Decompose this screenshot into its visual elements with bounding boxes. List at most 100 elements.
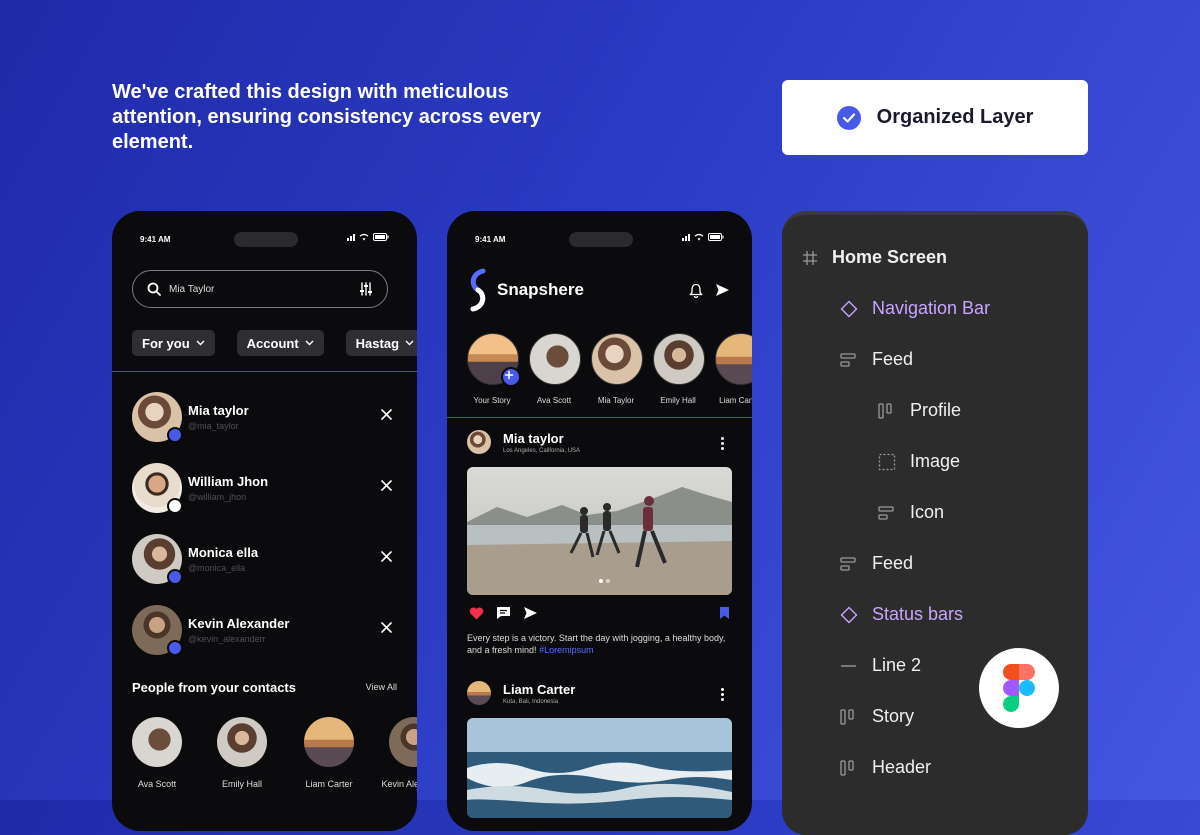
post-actions — [469, 606, 538, 620]
layer-profile[interactable]: Profile — [878, 400, 961, 421]
heart-icon[interactable] — [469, 607, 484, 620]
close-icon[interactable] — [381, 622, 392, 633]
search-icon — [147, 282, 161, 296]
dynamic-island — [569, 232, 633, 247]
avatar — [132, 392, 183, 443]
layer-story[interactable]: Story — [840, 706, 914, 727]
add-story-icon[interactable] — [501, 367, 521, 387]
status-time: 9:41 AM — [475, 235, 506, 244]
post-location: Los Angeles, California, USA — [503, 447, 581, 454]
close-icon[interactable] — [381, 551, 392, 562]
layer-feed[interactable]: Feed — [840, 349, 913, 370]
view-all-link[interactable]: View All — [366, 682, 397, 692]
filter-for-you[interactable]: For you — [132, 330, 215, 356]
close-icon[interactable] — [381, 480, 392, 491]
chevron-down-icon — [196, 340, 205, 346]
recent-search-item[interactable]: Mia taylor @mia_taylor — [132, 392, 402, 444]
layer-navigation-bar[interactable]: Navigation Bar — [840, 298, 990, 319]
contact-suggestion[interactable]: Kevin Alexander — [374, 717, 417, 789]
layer-feed[interactable]: Feed — [840, 553, 913, 574]
dynamic-island — [234, 232, 298, 247]
story-item[interactable]: Your Story — [467, 333, 521, 405]
bell-icon[interactable] — [689, 283, 703, 298]
contact-name: Kevin Alexander — [188, 616, 290, 631]
send-icon[interactable] — [715, 283, 730, 297]
component-icon — [840, 300, 858, 317]
avatar — [132, 605, 183, 656]
layer-image[interactable]: Image — [878, 451, 960, 472]
share-icon[interactable] — [523, 606, 538, 620]
post-header[interactable]: Mia taylor Los Angeles, California, USA — [467, 430, 580, 454]
section-divider — [112, 371, 417, 372]
headline: We've crafted this design with meticulou… — [112, 81, 542, 153]
contact-handle: @mia_taylor — [188, 421, 239, 431]
story-item[interactable]: Mia Taylor — [591, 333, 643, 405]
auto-layout-horizontal-icon — [878, 402, 892, 419]
story-item[interactable]: Ava Scott — [529, 333, 581, 405]
search-input[interactable]: Mia Taylor — [132, 270, 388, 308]
layer-icon[interactable]: Icon — [878, 502, 944, 523]
story-item[interactable]: Emily Hall — [653, 333, 705, 405]
line-icon — [841, 664, 856, 667]
more-options-icon[interactable] — [721, 688, 725, 703]
component-icon — [840, 606, 858, 623]
offline-indicator — [167, 498, 183, 514]
recent-search-item[interactable]: William Jhon @william_jhon — [132, 463, 402, 515]
online-indicator — [167, 569, 183, 585]
contact-suggestion[interactable]: Ava Scott — [117, 717, 197, 789]
contact-name: Monica ella — [188, 545, 259, 560]
contact-suggestion[interactable]: Emily Hall — [202, 717, 282, 789]
close-icon[interactable] — [381, 409, 392, 420]
avatar — [132, 534, 183, 585]
status-bar: 9:41 AM — [447, 211, 752, 251]
bookmark-icon[interactable] — [719, 606, 730, 620]
recent-search-item[interactable]: Kevin Alexander @kevin_alexanderr — [132, 605, 402, 657]
layers-panel: Home Screen Navigation Bar Feed Profile … — [782, 211, 1088, 835]
status-time: 9:41 AM — [140, 235, 171, 244]
search-value: Mia Taylor — [169, 283, 215, 295]
avatar — [467, 681, 491, 705]
status-bar: 9:41 AM — [112, 211, 417, 251]
dashed-frame-icon — [878, 453, 896, 470]
auto-layout-horizontal-icon — [840, 759, 854, 776]
wifi-icon — [359, 233, 369, 241]
chevron-down-icon — [305, 340, 314, 346]
auto-layout-icon — [878, 505, 894, 520]
comment-icon[interactable] — [496, 606, 511, 620]
post-author: Liam Carter — [503, 681, 576, 697]
snapshere-logo-icon — [470, 268, 486, 312]
battery-icon — [708, 233, 724, 241]
filter-account[interactable]: Account — [236, 330, 324, 356]
feed-screen: 9:41 AM Snapshere Your Story Ava Scott M… — [447, 211, 752, 831]
filter-sliders-icon[interactable] — [359, 282, 373, 296]
story-item[interactable]: Liam Carter — [715, 333, 752, 405]
search-screen: 9:41 AM Mia Taylor For you Account Hasta… — [112, 211, 417, 831]
contacts-section-title: People from your contacts — [132, 680, 296, 695]
app-brand: Snapshere — [469, 268, 584, 312]
avatar — [132, 463, 183, 514]
layer-home-screen[interactable]: Home Screen — [802, 247, 947, 268]
chevron-down-icon — [405, 340, 414, 346]
auto-layout-icon — [840, 556, 856, 571]
wifi-icon — [694, 233, 704, 241]
signal-icon — [347, 233, 355, 241]
post-location: Kuta, Bali, Indonesia — [503, 698, 559, 705]
recent-search-item[interactable]: Monica ella @monica_ella — [132, 534, 402, 586]
contact-handle: @kevin_alexanderr — [188, 634, 266, 644]
contact-name: William Jhon — [188, 474, 269, 489]
contact-handle: @william_jhon — [188, 492, 247, 502]
post-header[interactable]: Liam Carter Kuta, Bali, Indonesia — [467, 681, 575, 705]
avatar — [467, 430, 491, 454]
contact-suggestion[interactable]: Liam Carter — [289, 717, 369, 789]
more-options-icon[interactable] — [721, 437, 725, 452]
filter-hastag[interactable]: Hastag — [345, 330, 417, 356]
check-icon — [836, 105, 861, 130]
online-indicator — [167, 640, 183, 656]
layer-status-bars[interactable]: Status bars — [840, 604, 963, 625]
contact-name: Mia taylor — [188, 403, 249, 418]
post-author: Mia taylor — [503, 430, 564, 446]
layer-line-2[interactable]: Line 2 — [840, 655, 921, 676]
hashtag-link[interactable]: #Loremipsum — [539, 645, 594, 655]
signal-icon — [682, 233, 690, 241]
layer-header[interactable]: Header — [840, 757, 931, 778]
